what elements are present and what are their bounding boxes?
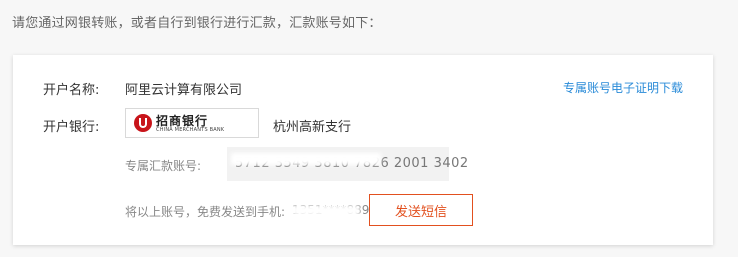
account-name-value: 阿里云计算有限公司 [125, 83, 243, 98]
send-phone-label: 将以上账号，免费发送到手机: [125, 205, 286, 219]
intro-text: 请您通过网银转账，或者自行到银行进行汇款，汇款账号如下： [12, 16, 382, 31]
account-name-label: 开户名称: [43, 83, 100, 98]
redaction-mask [292, 205, 360, 216]
account-number-label: 专属汇款账号: [125, 159, 202, 173]
bank-logo-en-text: CHINA MERCHANTS BANK [156, 127, 225, 133]
bank-branch: 杭州高新支行 [273, 120, 352, 135]
redaction-mask [231, 153, 381, 165]
cmb-logo-icon [134, 114, 152, 132]
bank-label: 开户银行: [43, 120, 100, 135]
remittance-panel: 开户名称: 阿里云计算有限公司 专属账号电子证明下载 开户银行: 招商银行 CH… [13, 55, 713, 245]
account-number-box: 5712 3549 3810 7826 2001 3402 [227, 147, 468, 181]
download-certificate-link[interactable]: 专属账号电子证明下载 [563, 79, 683, 96]
send-sms-button[interactable]: 发送短信 [369, 194, 473, 226]
bank-logo: 招商银行 CHINA MERCHANTS BANK [125, 108, 259, 138]
